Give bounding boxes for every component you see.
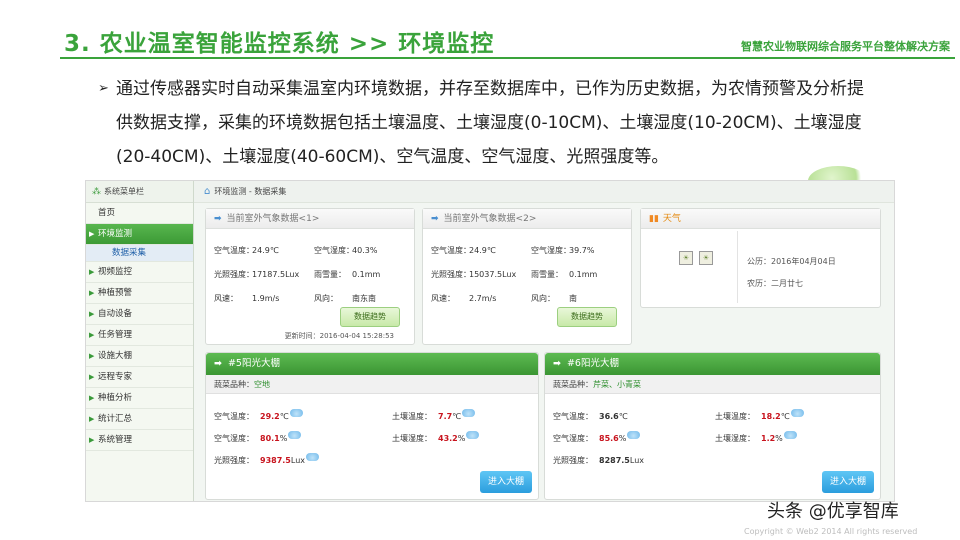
main-content: ⌂ 环境监测 - 数据采集 ➡ 当前室外气象数据<1> 空气温度： 24.9℃ 空气湿度… (194, 181, 894, 501)
greenhouse-card-5: ➡ #5阳光大棚 蔬菜品种：空地 空气温度： 29.2℃ 土壤温度： 7.7℃ 空气湿… (205, 352, 539, 500)
sidebar-item-tasks[interactable]: ▶ 任务管理 (86, 325, 193, 346)
enter-greenhouse-button[interactable]: 进入大棚 (480, 471, 532, 493)
reading-row: 空气温度： 29.2℃ 土壤温度： 7.7℃ (214, 406, 530, 428)
cloud-icon (783, 430, 797, 439)
cloud-icon (627, 430, 641, 439)
enter-greenhouse-button[interactable]: 进入大棚 (822, 471, 874, 493)
sidebar-item-statistics[interactable]: ▶ 统计汇总 (86, 409, 193, 430)
sidebar-header: ⁂ 系统菜单栏 (86, 181, 193, 203)
chevron-right-icon: ▶ (89, 373, 95, 381)
watermark: 头条 @优享智库 (767, 501, 899, 522)
sidebar-item-experts[interactable]: ▶ 远程专家 (86, 367, 193, 388)
sidebar-item-video[interactable]: ▶ 视频监控 (86, 262, 193, 283)
chevron-right-icon: ▶ (89, 415, 95, 423)
bullet-arrow-icon: ➢ (98, 81, 109, 96)
sidebar-item-analysis[interactable]: ▶ 种植分析 (86, 388, 193, 409)
chevron-right-icon: ▶ (89, 436, 95, 444)
cloud-icon (462, 408, 476, 417)
sidebar-item-devices[interactable]: ▶ 自动设备 (86, 304, 193, 325)
weather-panel: ▮▮ 天气 ☀ ☀ 公历：2016年04月04日 农历：二月廿七 (640, 208, 881, 308)
cloud-icon (289, 408, 303, 417)
sidebar-item-warning[interactable]: ▶ 种植预警 (86, 283, 193, 304)
sidebar-subitem-data-collection[interactable]: 数据采集 (86, 245, 193, 262)
outdoor-weather-panel-1: ➡ 当前室外气象数据<1> 空气温度： 24.9℃ 空气湿度： 40.3% 光照强度： 1… (205, 208, 415, 345)
chevron-right-icon: ▶ (89, 268, 95, 276)
outdoor-weather-panel-2: ➡ 当前室外气象数据<2> 空气温度： 24.9℃ 空气湿度： 39.7% 光照强度： 1… (422, 208, 632, 345)
sidebar-item-greenhouses[interactable]: ▶ 设施大棚 (86, 346, 193, 367)
weather-readings: 空气温度： 24.9℃ 空气湿度： 39.7% 光照强度： 15037.5Lux 雨雪量：… (431, 239, 623, 311)
reading-row: 空气温度： 36.6℃ 土壤温度： 18.2℃ (553, 406, 872, 428)
update-time: 更新时间：2016-04-04 15:28:53 (284, 332, 394, 340)
panel-header: ➡ 当前室外气象数据<1> (206, 209, 414, 229)
reading-row: 空气湿度： 85.6% 土壤湿度： 1.2% (553, 428, 872, 450)
arrow-right-icon: ➡ (553, 358, 561, 369)
cloud-icon (790, 408, 804, 417)
cloud-icon (466, 430, 480, 439)
sidebar-item-system[interactable]: ▶ 系统管理 (86, 430, 193, 451)
weather-icons: ☀ ☀ (679, 251, 713, 265)
title-divider (60, 57, 955, 59)
lunar-date: 农历：二月廿七 (747, 279, 803, 288)
data-trend-button[interactable]: 数据趋势 (340, 307, 400, 327)
cloud-icon (306, 452, 319, 461)
reading-row: 光照强度： 9387.5Lux (214, 450, 530, 472)
sidebar: ⁂ 系统菜单栏 首页 ▶ 环境监测 数据采集 ▶ 视频监控 ▶ 种植预警 ▶ 自动设备 ▶… (86, 181, 194, 501)
greenhouse-header: ➡ #5阳光大棚 (206, 353, 538, 375)
copyright-text: Copyright © Web2 2014 All rights reserve… (744, 527, 918, 536)
reading-row: 光照强度： 17187.5Lux 雨雪量： 0.1mm (214, 270, 381, 279)
slide: 3. 农业温室智能监控系统 >> 环境监控 智慧农业物联网综合服务平台整体解决方… (0, 0, 960, 540)
bullet-text: 通过传感器实时自动采集温室内环境数据，并存至数据库中，已作为历史数据，为农情预警… (116, 79, 864, 167)
slide-subtitle: 智慧农业物联网综合服务平台整体解决方案 (741, 40, 950, 53)
weather-day-icon: ☀ (679, 251, 693, 265)
cloud-icon (288, 430, 302, 439)
reading-row: 光照强度： 8287.5Lux (553, 456, 644, 465)
chevron-right-icon: ▶ (89, 394, 95, 402)
panel-header: ➡ 当前室外气象数据<2> (423, 209, 631, 229)
sidebar-item-env-monitoring[interactable]: ▶ 环境监测 (86, 224, 193, 245)
data-trend-button[interactable]: 数据趋势 (557, 307, 617, 327)
greenhouse-card-6: ➡ #6阳光大棚 蔬菜品种：芹菜、小青菜 空气温度： 36.6℃ 土壤温度： 18.2… (544, 352, 881, 500)
reading-row: 空气温度： 24.9℃ 空气湿度： 40.3% (214, 246, 378, 255)
panel-header: ▮▮ 天气 (641, 209, 880, 229)
weather-readings: 空气温度： 24.9℃ 空气湿度： 40.3% 光照强度： 17187.5Lux 雨雪量：… (214, 239, 406, 311)
greenhouse-header: ➡ #6阳光大棚 (545, 353, 880, 375)
divider (737, 231, 738, 303)
slide-title: 3. 农业温室智能监控系统 >> 环境监控 (64, 31, 495, 57)
arrow-right-icon: ➡ (214, 214, 222, 224)
breadcrumb: ⌂ 环境监测 - 数据采集 (194, 181, 894, 203)
arrow-right-icon: ➡ (214, 358, 222, 369)
home-icon[interactable]: ⌂ (204, 186, 210, 197)
chevron-right-icon: ▶ (89, 331, 95, 339)
chevron-right-icon: ▶ (89, 289, 95, 297)
crop-variety: 蔬菜品种：芹菜、小青菜 (545, 375, 880, 394)
bullet-point: ➢ 通过传感器实时自动采集温室内环境数据，并存至数据库中，已作为历史数据，为农情… (98, 72, 878, 174)
weather-night-icon: ☀ (699, 251, 713, 265)
reading-row: 光照强度： 15037.5Lux 雨雪量： 0.1mm (431, 270, 598, 279)
sidebar-item-home[interactable]: 首页 (86, 203, 193, 224)
chevron-right-icon: ▶ (89, 352, 95, 360)
arrow-right-icon: ➡ (431, 214, 439, 224)
chevron-right-icon: ▶ (89, 230, 95, 238)
reading-row: 空气温度： 24.9℃ 空气湿度： 39.7% (431, 246, 595, 255)
solar-date: 公历：2016年04月04日 (747, 257, 836, 266)
reading-row: 空气湿度： 80.1% 土壤湿度： 43.2% (214, 428, 530, 450)
crop-variety: 蔬菜品种：空地 (206, 375, 538, 394)
chevron-right-icon: ▶ (89, 310, 95, 318)
app-screenshot: ⁂ 系统菜单栏 首页 ▶ 环境监测 数据采集 ▶ 视频监控 ▶ 种植预警 ▶ 自动设备 ▶… (85, 180, 895, 502)
bar-chart-icon: ▮▮ (649, 214, 659, 224)
menu-tree-icon: ⁂ (92, 187, 101, 197)
